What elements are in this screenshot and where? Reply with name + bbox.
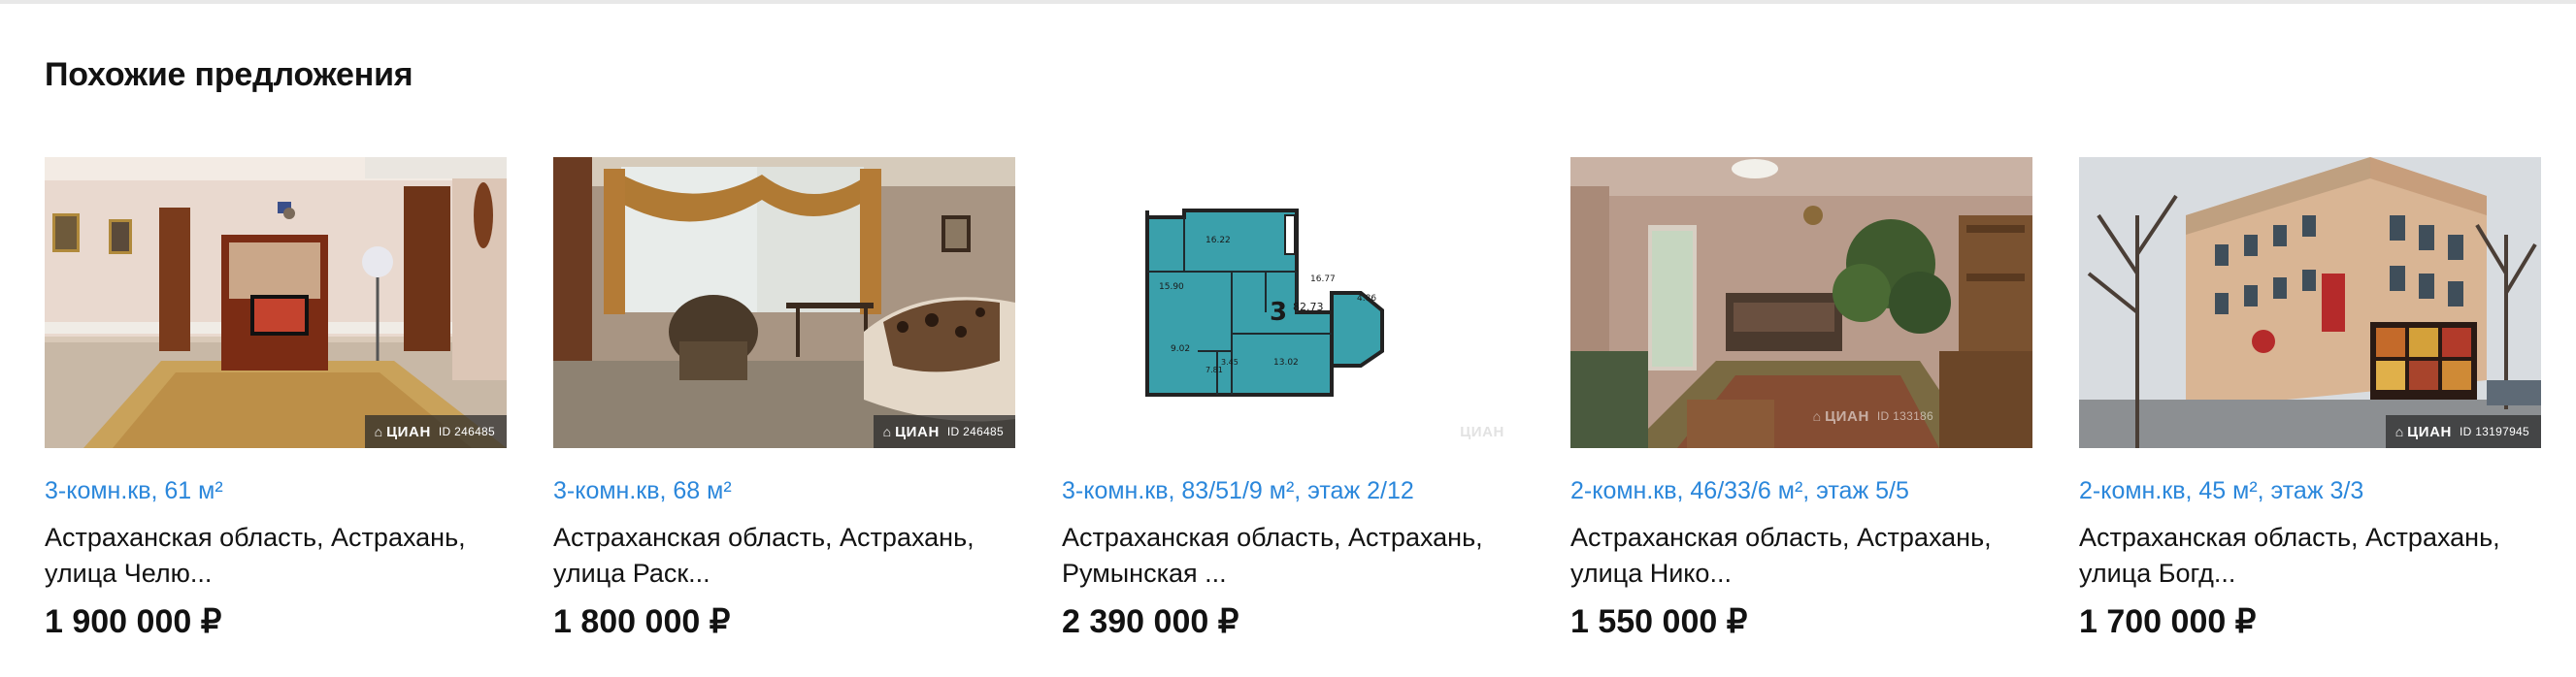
similar-offers-list: ⌂ ЦИАН ID 246485 3-комн.кв, 61 м² Астрах… [45, 157, 2541, 642]
offer-price: 1 700 000 ₽ [2079, 603, 2257, 640]
cian-watermark-badge: ⌂ ЦИАН [1438, 415, 1524, 448]
floor-plan-rooms: 3 [1270, 298, 1287, 327]
cian-logo-icon: ⌂ [882, 424, 892, 439]
watermark-brand: ЦИАН [1460, 423, 1504, 440]
offer-price: 2 390 000 ₽ [1062, 603, 1239, 640]
offer-price: 1 550 000 ₽ [1570, 603, 1748, 640]
offer-price: 1 900 000 ₽ [45, 603, 222, 640]
offer-photo[interactable]: ⌂ ЦИАН ID 246485 [553, 157, 1015, 448]
cian-logo-icon: ⌂ [374, 424, 383, 439]
watermark-brand: ЦИАН [386, 423, 431, 440]
cian-logo-icon: ⌂ [1812, 408, 1822, 424]
offer-title-link[interactable]: 3-комн.кв, 68 м² [553, 475, 1015, 506]
offer-address: Астраханская область, Астрахань, Румынск… [1062, 523, 1483, 588]
living-room-photo [45, 157, 507, 448]
offer-price: 1 800 000 ₽ [553, 603, 731, 640]
floor-plan-image: 3 82.73 16.22 15.90 16.77 4.86 9.02 13.0… [1145, 209, 1384, 397]
offer-card[interactable]: ⌂ ЦИАН ID 246485 3-комн.кв, 68 м² Астрах… [553, 157, 1015, 642]
cian-watermark-badge: ⌂ ЦИАН ID 13197945 [2385, 415, 2541, 448]
svg-text:13.02: 13.02 [1273, 358, 1299, 368]
building-exterior-photo [2079, 157, 2541, 448]
watermark-brand: ЦИАН [1825, 407, 1869, 425]
offer-title-link[interactable]: 3-комн.кв, 83/51/9 м², этаж 2/12 [1062, 475, 1524, 506]
watermark-id: ID 133186 [1876, 409, 1933, 423]
offer-photo[interactable]: ⌂ ЦИАН ID 246485 [45, 157, 507, 448]
offer-card[interactable]: ⌂ ЦИАН ID 133186 2-комн.кв, 46/33/6 м², … [1570, 157, 2032, 642]
svg-text:16.22: 16.22 [1205, 236, 1231, 245]
offer-address: Астраханская область, Астрахань, улица Б… [2079, 523, 2500, 588]
cian-logo-icon: ⌂ [1447, 424, 1457, 439]
section-title: Похожие предложения [45, 56, 413, 93]
offer-photo[interactable]: 3 82.73 16.22 15.90 16.77 4.86 9.02 13.0… [1062, 157, 1524, 448]
living-room-photo-2 [1570, 157, 2032, 448]
watermark-brand: ЦИАН [895, 423, 940, 440]
offer-address: Астраханская область, Астрахань, улица Ч… [45, 523, 466, 588]
cian-watermark-badge: ⌂ ЦИАН ID 246485 [873, 415, 1015, 448]
svg-text:15.90: 15.90 [1159, 282, 1184, 292]
cian-watermark-badge: ⌂ ЦИАН ID 246485 [364, 415, 507, 448]
watermark-id: ID 246485 [438, 425, 495, 438]
offer-photo[interactable]: ⌂ ЦИАН ID 13197945 [2079, 157, 2541, 448]
offer-title-link[interactable]: 2-комн.кв, 46/33/6 м², этаж 5/5 [1570, 475, 2032, 506]
watermark-id: ID 13197945 [2459, 425, 2529, 438]
svg-text:4.86: 4.86 [1357, 294, 1376, 304]
offer-card[interactable]: 3 82.73 16.22 15.90 16.77 4.86 9.02 13.0… [1062, 157, 1524, 642]
cian-logo-icon: ⌂ [2394, 424, 2404, 439]
offer-address: Астраханская область, Астрахань, улица Р… [553, 523, 974, 588]
svg-text:3.45: 3.45 [1221, 358, 1238, 367]
offer-address: Астраханская область, Астрахань, улица Н… [1570, 523, 1992, 588]
cian-watermark-badge: ⌂ ЦИАН ID 133186 [1803, 400, 1945, 433]
offer-title-link[interactable]: 2-комн.кв, 45 м², этаж 3/3 [2079, 475, 2541, 506]
offer-photo[interactable]: ⌂ ЦИАН ID 133186 [1570, 157, 2032, 448]
svg-text:7.81: 7.81 [1205, 366, 1223, 374]
bedroom-photo [553, 157, 1015, 448]
top-divider [0, 0, 2576, 4]
offer-card[interactable]: ⌂ ЦИАН ID 246485 3-комн.кв, 61 м² Астрах… [45, 157, 507, 642]
svg-text:9.02: 9.02 [1171, 344, 1190, 354]
offer-title-link[interactable]: 3-комн.кв, 61 м² [45, 475, 507, 506]
watermark-brand: ЦИАН [2407, 423, 2452, 440]
floor-plan-total: 82.73 [1293, 301, 1324, 313]
watermark-id: ID 246485 [946, 425, 1004, 438]
svg-text:16.77: 16.77 [1310, 274, 1336, 284]
offer-card[interactable]: ⌂ ЦИАН ID 13197945 2-комн.кв, 45 м², эта… [2079, 157, 2541, 642]
